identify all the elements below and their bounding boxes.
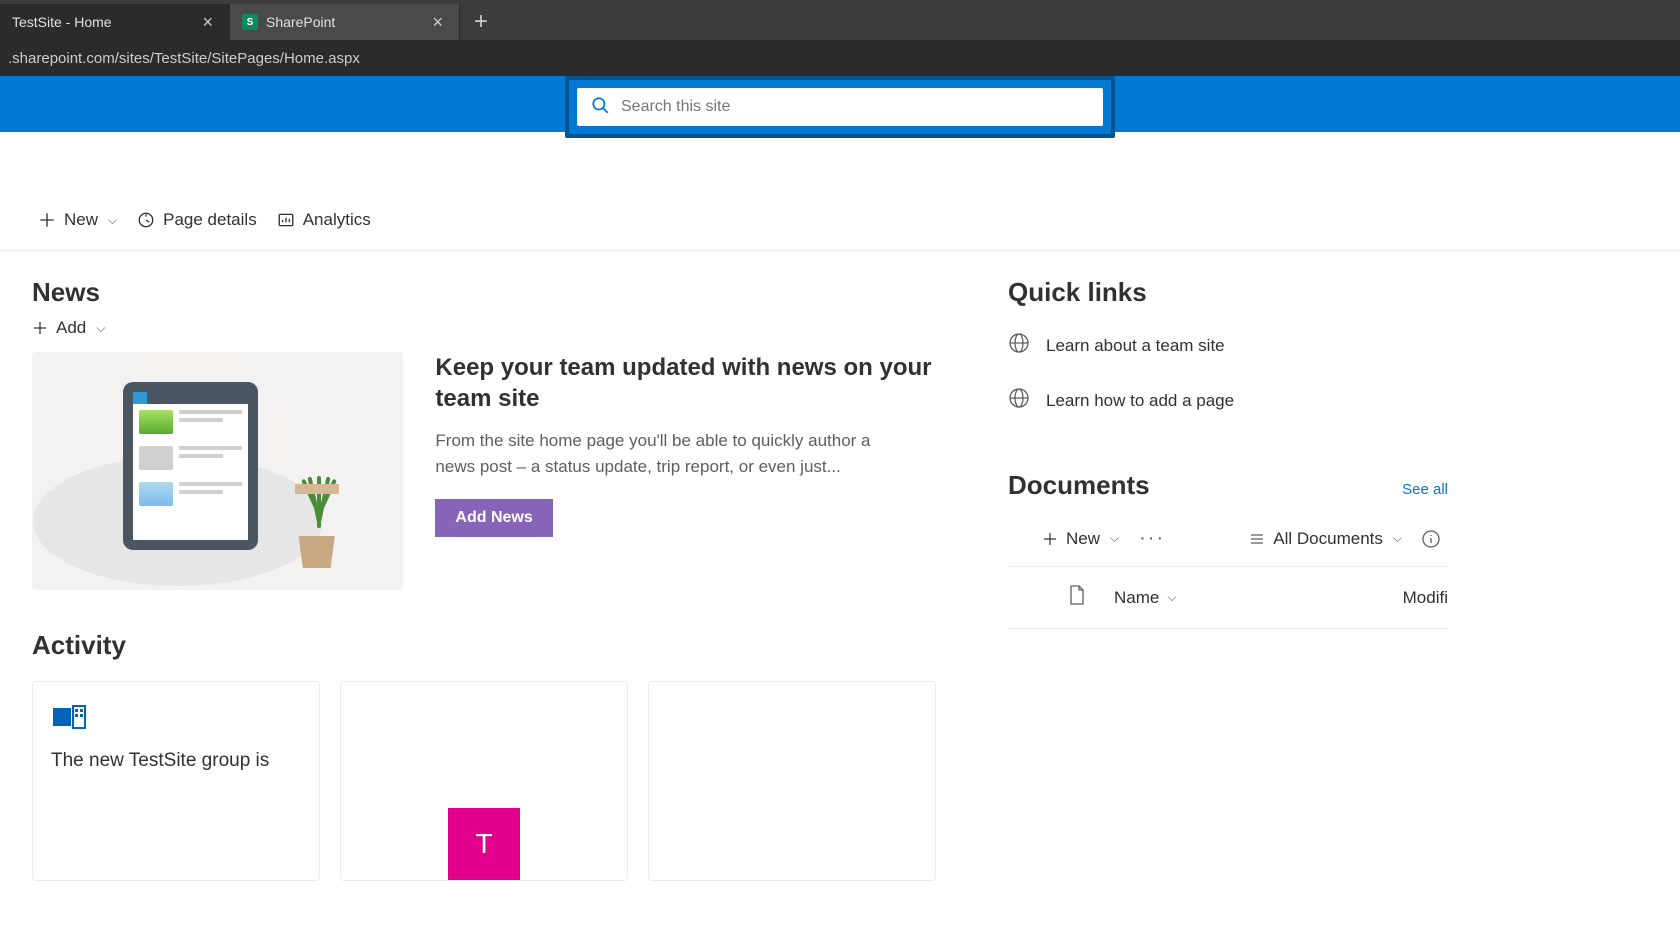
name-column-header[interactable]: Name ⌵ [1114,588,1403,608]
activity-title: Activity [32,630,972,661]
activity-card[interactable]: T [340,681,628,881]
chevron-down-icon: ⌵ [1110,531,1119,546]
quick-link-label: Learn how to add a page [1046,391,1234,411]
sharepoint-header [0,76,1680,132]
news-title: News [32,277,972,308]
globe-icon [1008,332,1030,359]
chevron-down-icon: ⌵ [108,213,117,228]
activity-card[interactable] [648,681,936,881]
browser-tab-testsite[interactable]: TestSite - Home × [0,4,230,40]
tab-title: TestSite - Home [12,14,112,30]
documents-new-label: New [1066,529,1100,549]
close-tab-icon[interactable]: × [198,12,217,33]
page-details-button[interactable]: Page details [127,200,267,240]
documents-column-headers: Name ⌵ Modifi [1008,567,1448,629]
quick-links-title: Quick links [1008,277,1448,308]
search-input[interactable] [621,98,1089,116]
add-news-button[interactable]: Add News [435,499,552,537]
url-bar[interactable]: .sharepoint.com/sites/TestSite/SitePages… [0,40,1680,76]
documents-more-button[interactable]: ··· [1131,527,1173,550]
add-label: Add [56,318,86,338]
quick-link-item[interactable]: Learn about a team site [1008,318,1448,373]
sharepoint-favicon: S [242,14,258,30]
analytics-label: Analytics [303,210,371,230]
file-type-column-icon[interactable] [1068,585,1086,610]
new-button[interactable]: New ⌵ [28,200,127,240]
activity-card[interactable]: The new TestSite group is [32,681,320,881]
news-placeholder-image [32,352,403,590]
documents-info-button[interactable] [1414,530,1448,548]
search-highlight-frame [565,76,1115,138]
site-tile-icon: T [448,808,520,880]
url-text: .sharepoint.com/sites/TestSite/SitePages… [8,50,360,67]
documents-toolbar: New ⌵ ··· All Documents ⌵ [1008,519,1448,567]
quick-link-label: Learn about a team site [1046,336,1225,356]
new-tab-button[interactable]: + [460,4,502,40]
news-headline: Keep your team updated with news on your… [435,352,972,414]
chevron-down-icon: ⌵ [1167,590,1176,605]
globe-icon [1008,387,1030,414]
close-tab-icon[interactable]: × [428,12,447,33]
search-icon [591,96,609,119]
command-bar: New ⌵ Page details Analytics [0,190,1680,251]
add-news-dropdown[interactable]: Add ⌵ [32,318,972,338]
analytics-button[interactable]: Analytics [267,200,381,240]
browser-tab-sharepoint[interactable]: S SharePoint × [230,4,460,40]
quick-link-item[interactable]: Learn how to add a page [1008,373,1448,428]
tab-title: SharePoint [266,14,335,30]
see-all-link[interactable]: See all [1402,481,1448,498]
outlook-group-icon [51,700,87,736]
documents-new-button[interactable]: New ⌵ [1034,529,1127,549]
activity-card-text: The new TestSite group is [51,748,301,774]
chevron-down-icon: ⌵ [1393,531,1402,546]
browser-tab-strip: TestSite - Home × S SharePoint × + [0,0,1680,40]
documents-view-button[interactable]: All Documents ⌵ [1241,529,1410,549]
news-body: From the site home page you'll be able t… [435,428,880,479]
documents-title: Documents [1008,470,1150,501]
new-label: New [64,210,98,230]
search-box[interactable] [577,88,1103,126]
page-details-label: Page details [163,210,257,230]
documents-view-label: All Documents [1273,529,1383,549]
chevron-down-icon: ⌵ [96,321,105,336]
modified-column-header[interactable]: Modifi [1403,588,1448,608]
